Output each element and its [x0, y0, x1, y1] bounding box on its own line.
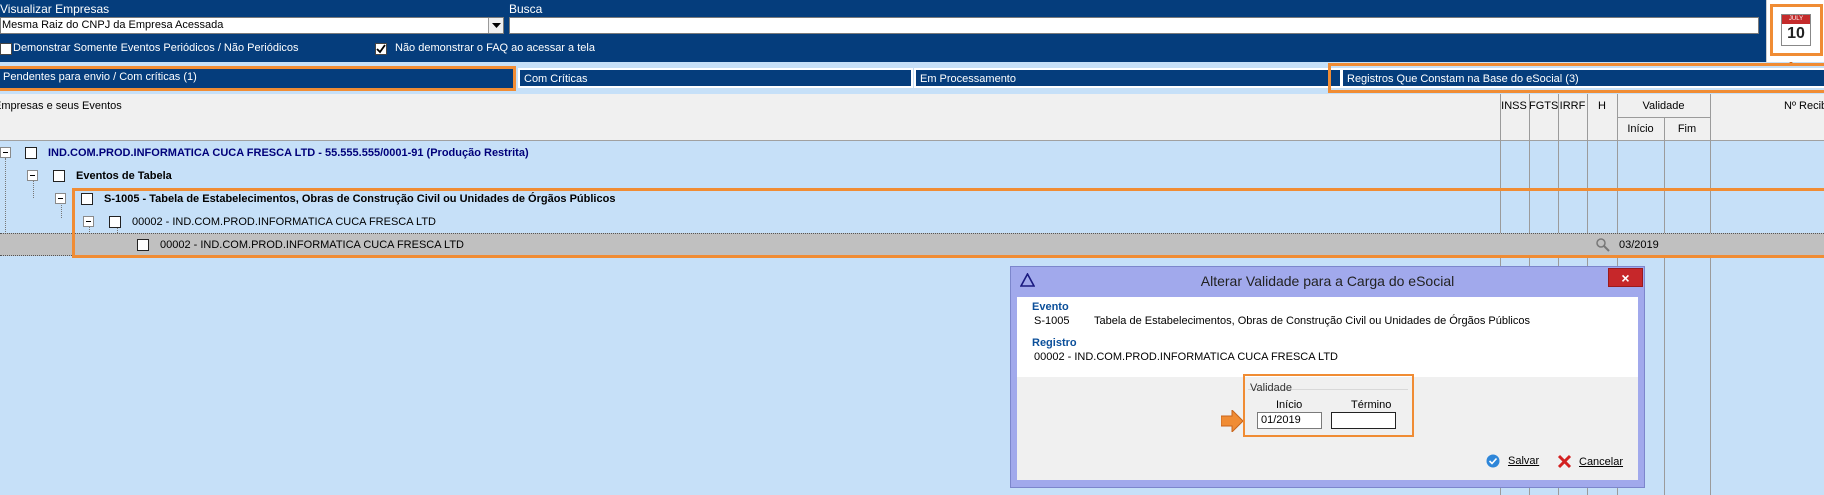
- calendar-button[interactable]: JULY 10: [1766, 0, 1824, 62]
- evento-code: S-1005: [1034, 315, 1070, 327]
- tab-em-processamento[interactable]: Em Processamento: [914, 68, 1342, 88]
- tree-row-empresa[interactable]: IND.COM.PROD.INFORMATICA CUCA FRESCA LTD…: [0, 141, 1824, 164]
- periodicos-label: Demonstrar Somente Eventos Periódicos / …: [13, 42, 299, 54]
- visualizar-empresas-label: Visualizar Empresas: [0, 2, 110, 16]
- header-h: H: [1598, 100, 1606, 112]
- dialog-titlebar[interactable]: Alterar Validade para a Carga do eSocial…: [1011, 267, 1644, 293]
- rows-highlight: [72, 188, 1824, 258]
- calendar-day: 10: [1787, 25, 1805, 42]
- chevron-down-icon[interactable]: [488, 18, 503, 33]
- row-checkbox[interactable]: [53, 170, 65, 182]
- cancelar-label: Cancelar: [1579, 455, 1624, 468]
- dialog-info: Evento S-1005 Tabela de Estabelecimentos…: [1017, 297, 1638, 377]
- inicio-label: Início: [1276, 399, 1303, 411]
- evento-label: Evento: [1032, 301, 1069, 313]
- header-irrf: IRRF: [1559, 100, 1586, 112]
- header-inss: INSS: [1501, 100, 1527, 112]
- dialog-validade-area: Validade Início Término 01/2019 Salvar C…: [1017, 374, 1638, 480]
- collapse-icon[interactable]: [55, 193, 66, 204]
- busca-input[interactable]: [509, 17, 1759, 34]
- termino-input[interactable]: [1331, 412, 1396, 429]
- check-circle-icon: [1486, 454, 1500, 468]
- header-fgts: FGTS: [1529, 100, 1559, 112]
- salvar-button[interactable]: Salvar: [1486, 454, 1539, 468]
- arrow-right-icon: [1221, 410, 1243, 432]
- tab-com-criticas[interactable]: Com Críticas: [518, 68, 913, 88]
- filter-panel: Visualizar Empresas Mesma Raiz do CNPJ d…: [0, 0, 1824, 62]
- periodicos-checkbox[interactable]: [0, 43, 12, 55]
- evento-desc: Tabela de Estabelecimentos, Obras de Con…: [1094, 315, 1530, 327]
- collapse-icon[interactable]: [0, 147, 11, 158]
- header-fim: Fim: [1677, 123, 1697, 135]
- visualizar-empresas-select[interactable]: Mesma Raiz do CNPJ da Empresa Acessada: [0, 17, 504, 34]
- visualizar-empresas-value: Mesma Raiz do CNPJ da Empresa Acessada: [2, 19, 224, 31]
- row-checkbox[interactable]: [25, 147, 37, 159]
- alterar-validade-dialog: Alterar Validade para a Carga do eSocial…: [1010, 266, 1645, 488]
- grid-header: Empresas e seus Eventos INSS FGTS IRRF H…: [0, 94, 1824, 141]
- calendar-month: JULY: [1782, 15, 1810, 24]
- header-validade: Validade: [1642, 100, 1685, 112]
- collapse-icon[interactable]: [27, 170, 38, 181]
- dialog-title: Alterar Validade para a Carga do eSocial: [1200, 273, 1455, 289]
- tree-row-eventos-tabela[interactable]: Eventos de Tabela: [0, 164, 1824, 187]
- faq-label: Não demonstrar o FAQ ao acessar a tela: [395, 42, 595, 54]
- cancelar-button[interactable]: Cancelar: [1557, 454, 1623, 469]
- termino-label: Término: [1351, 399, 1392, 411]
- busca-label: Busca: [509, 2, 543, 16]
- header-empresas-eventos: Empresas e seus Eventos: [0, 100, 122, 112]
- header-recibo: Nº Recibo: [1784, 100, 1824, 112]
- row-label: Eventos de Tabela: [76, 170, 172, 182]
- close-button[interactable]: ×: [1608, 268, 1643, 287]
- x-icon: [1557, 454, 1572, 469]
- faq-checkbox[interactable]: [375, 43, 387, 55]
- registro-label: Registro: [1032, 337, 1077, 349]
- checkmark-icon: [376, 44, 386, 54]
- registro-value: 00002 - IND.COM.PROD.INFORMATICA CUCA FR…: [1034, 351, 1338, 363]
- header-inicio: Início: [1627, 123, 1654, 135]
- calendar-icon: JULY 10: [1781, 14, 1811, 46]
- tab-pendentes[interactable]: Pendentes para envio / Com críticas (1): [0, 66, 516, 91]
- inicio-input[interactable]: 01/2019: [1257, 412, 1322, 429]
- salvar-label: Salvar: [1508, 455, 1540, 467]
- tab-registros-highlight: [1328, 63, 1824, 93]
- validade-group-label: Validade: [1250, 382, 1292, 394]
- row-label: IND.COM.PROD.INFORMATICA CUCA FRESCA LTD…: [48, 147, 529, 159]
